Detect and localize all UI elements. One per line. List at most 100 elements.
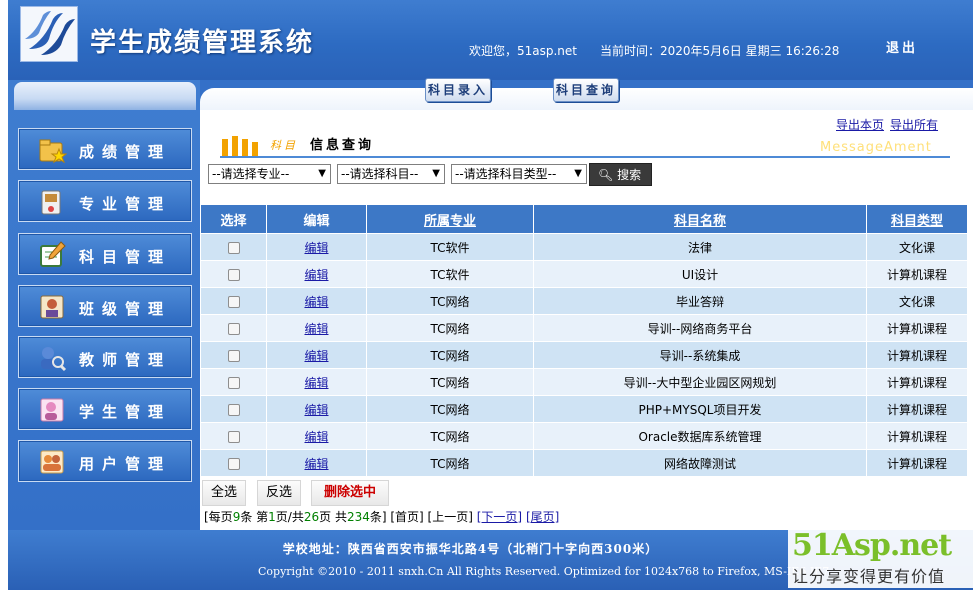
total-records: 234 [346, 510, 370, 524]
cell-subject-type: 计算机课程 [866, 422, 968, 450]
edit-link[interactable]: 编辑 [304, 295, 328, 309]
sidebar-item-label: 学生管理 [79, 403, 172, 421]
pager-text: 条] [首页] [上一页] [369, 510, 473, 524]
edit-link[interactable]: 编辑 [304, 322, 328, 336]
sidebar-item-class-management[interactable]: 班级管理 [18, 285, 192, 327]
search-button-label: 搜索 [617, 168, 642, 182]
search-button[interactable]: 🔍︎ 搜索 [589, 163, 652, 186]
subject-type-select[interactable]: --请选择科目类型-- ▼ [451, 164, 587, 184]
copyright-text: Copyright ©2010 - 2011 snxh.Cn All Right… [258, 565, 830, 578]
edit-link[interactable]: 编辑 [304, 268, 328, 282]
edit-link[interactable]: 编辑 [304, 349, 328, 363]
table-row: 编辑 TC网络 导训--大中型企业园区网规划 计算机课程 [200, 368, 968, 396]
chevron-down-icon: ▼ [574, 168, 582, 179]
chevron-down-icon: ▼ [318, 168, 326, 179]
cell-major: TC网络 [366, 368, 534, 396]
edit-link[interactable]: 编辑 [304, 457, 328, 471]
invert-selection-button[interactable]: 反选 [257, 480, 301, 506]
subject-table: 选择 编辑 所属专业 科目名称 科目类型 编辑 TC软件 法律 文化课 编辑 T… [200, 204, 968, 477]
next-page-link[interactable]: [下一页] [477, 510, 522, 524]
cell-subject-name: 网络故障测试 [533, 449, 867, 477]
sidebar-item-user-management[interactable]: 用户管理 [18, 440, 192, 482]
table-row: 编辑 TC软件 UI设计 计算机课程 [200, 260, 968, 288]
row-checkbox[interactable] [227, 322, 240, 335]
pager-text: [每页 [204, 510, 233, 524]
table-row: 编辑 TC网络 Oracle数据库系统管理 计算机课程 [200, 422, 968, 450]
sidebar-item-subject-management[interactable]: 科目管理 [18, 233, 192, 275]
cell-major: TC网络 [366, 314, 534, 342]
subject-query-button[interactable]: 科目查询 [553, 78, 619, 102]
row-checkbox[interactable] [227, 457, 240, 470]
sidebar-item-major-management[interactable]: 专业管理 [18, 180, 192, 222]
export-all-link[interactable]: 导出所有 [890, 116, 938, 133]
row-checkbox[interactable] [227, 268, 240, 281]
subject-select[interactable]: --请选择科目-- ▼ [337, 164, 445, 184]
column-header-major[interactable]: 所属专业 [366, 204, 534, 234]
edit-link[interactable]: 编辑 [304, 430, 328, 444]
classroom-icon [37, 292, 67, 322]
total-pages: 26 [303, 510, 320, 524]
cell-subject-name: 毕业答辩 [533, 287, 867, 315]
section-bars-icon [220, 133, 260, 157]
cell-subject-name: UI设计 [533, 260, 867, 288]
major-select-value: --请选择专业-- [212, 167, 290, 181]
section-subtitle: 科目 [270, 139, 298, 152]
edit-pad-icon [37, 240, 67, 270]
cell-subject-type: 计算机课程 [866, 449, 968, 477]
chevron-down-icon: ▼ [432, 168, 440, 179]
cell-major: TC网络 [366, 422, 534, 450]
welcome-text: 欢迎您，51asp.net [469, 44, 578, 58]
export-page-link[interactable]: 导出本页 [836, 116, 884, 133]
cell-major: TC网络 [366, 341, 534, 369]
major-select[interactable]: --请选择专业-- ▼ [208, 164, 331, 184]
sidebar: 成绩管理 专业管理 科目管理 班级管理 教师管理 学生管理 用户管理 [8, 80, 200, 530]
delete-selected-button[interactable]: 删除选中 [311, 480, 389, 506]
cell-subject-type: 计算机课程 [866, 314, 968, 342]
sidebar-item-label: 班级管理 [79, 300, 172, 318]
row-checkbox[interactable] [227, 376, 240, 389]
table-row: 编辑 TC软件 法律 文化课 [200, 233, 968, 261]
cell-major: TC网络 [366, 395, 534, 423]
cell-subject-type: 计算机课程 [866, 368, 968, 396]
edit-link[interactable]: 编辑 [304, 376, 328, 390]
cell-major: TC软件 [366, 260, 534, 288]
users-icon [37, 447, 67, 477]
cell-subject-name: 导训--系统集成 [533, 341, 867, 369]
cell-subject-name: 导训--大中型企业园区网规划 [533, 368, 867, 396]
sidebar-item-label: 专业管理 [79, 195, 172, 213]
cell-subject-type: 计算机课程 [866, 395, 968, 423]
edit-link[interactable]: 编辑 [304, 403, 328, 417]
column-header-subject-type[interactable]: 科目类型 [866, 204, 968, 234]
row-checkbox[interactable] [227, 403, 240, 416]
logout-button[interactable]: 退出 [886, 37, 918, 56]
cell-major: TC网络 [366, 287, 534, 315]
sidebar-item-score-management[interactable]: 成绩管理 [18, 128, 192, 170]
sidebar-item-student-management[interactable]: 学生管理 [18, 388, 192, 430]
sidebar-item-teacher-management[interactable]: 教师管理 [18, 336, 192, 378]
sidebar-item-label: 教师管理 [79, 351, 172, 369]
table-row: 编辑 TC网络 毕业答辩 文化课 [200, 287, 968, 315]
last-page-link[interactable]: [尾页] [526, 510, 559, 524]
subject-entry-button[interactable]: 科目录入 [425, 78, 491, 102]
row-checkbox[interactable] [227, 295, 240, 308]
cell-subject-type: 文化课 [866, 287, 968, 315]
cell-major: TC软件 [366, 233, 534, 261]
select-all-button[interactable]: 全选 [202, 480, 246, 506]
watermark-slogan: 让分享变得更有价值 [792, 567, 946, 586]
row-checkbox[interactable] [227, 430, 240, 443]
pagination: [每页9条 第1页/共26页 共234条] [首页] [上一页] [下一页] [… [204, 508, 559, 525]
cell-subject-type: 文化课 [866, 233, 968, 261]
column-header-subject-name[interactable]: 科目名称 [533, 204, 867, 234]
cell-subject-name: 导训--网络商务平台 [533, 314, 867, 342]
row-checkbox[interactable] [227, 349, 240, 362]
sidebar-item-label: 用户管理 [79, 455, 172, 473]
toolbar: 科目录入 科目查询 [200, 78, 973, 110]
table-row: 编辑 TC网络 网络故障测试 计算机课程 [200, 449, 968, 477]
row-checkbox[interactable] [227, 241, 240, 254]
student-icon [37, 395, 67, 425]
edit-link[interactable]: 编辑 [304, 241, 328, 255]
current-page: 1 [268, 510, 276, 524]
cell-subject-type: 计算机课程 [866, 260, 968, 288]
star-folder-icon [37, 135, 68, 165]
sidebar-header [14, 82, 196, 110]
